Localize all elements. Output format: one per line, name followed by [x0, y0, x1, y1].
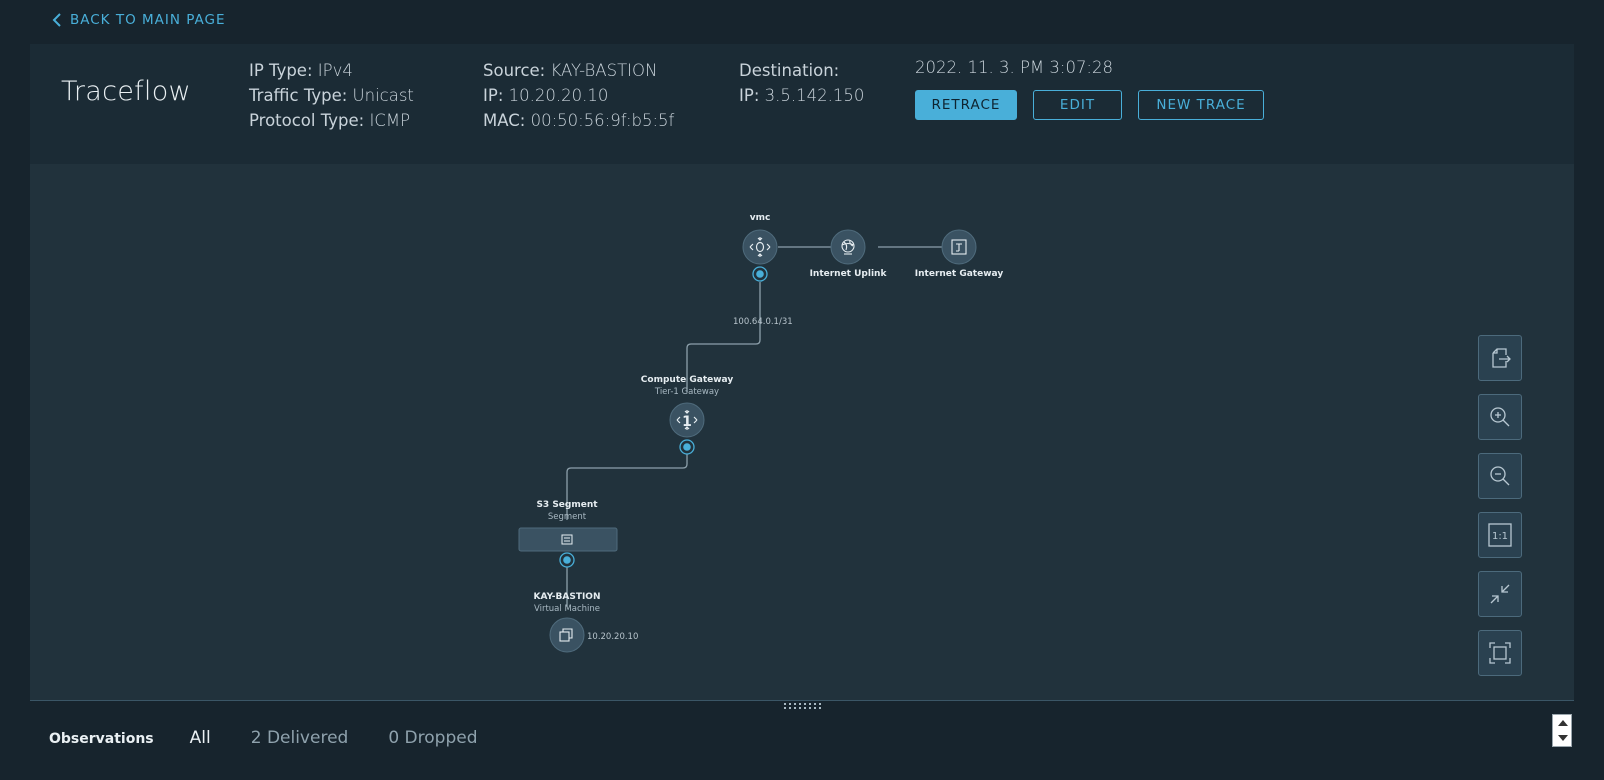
observations-scrollbar[interactable] — [1552, 714, 1572, 747]
node-kay-bastion[interactable]: KAY-BASTION Virtual Machine 10.20.20.10 — [534, 592, 639, 653]
compute-gateway-label: Compute Gateway — [641, 375, 734, 385]
s3-segment-sublabel: Segment — [548, 512, 587, 522]
source-mac-value: 00:50:56:9f:b5:5f — [530, 111, 675, 130]
svg-text:1:1: 1:1 — [1492, 531, 1508, 542]
topology-edges — [566, 246, 960, 607]
source-ip-value: 10.20.20.10 — [508, 86, 609, 105]
collapse-button[interactable] — [1478, 571, 1522, 617]
kay-bastion-ip: 10.20.20.10 — [587, 632, 638, 642]
zoom-out-button[interactable] — [1478, 453, 1522, 499]
fit-to-screen-button[interactable] — [1478, 630, 1522, 676]
trace-timestamp: 2022. 11. 3. PM 3:07:28 — [915, 58, 1113, 77]
ip-type-value: IPv4 — [317, 61, 353, 80]
node-compute-gateway[interactable]: Compute Gateway Tier-1 Gateway 1 — [641, 375, 734, 455]
zoom-in-button[interactable] — [1478, 394, 1522, 440]
zoom-out-icon — [1490, 466, 1510, 486]
topology-diagram[interactable]: vmc Internet Uplink Internet Gateway 100… — [30, 164, 1574, 700]
kay-bastion-label: KAY-BASTION — [534, 592, 601, 602]
scroll-down-icon[interactable] — [1558, 735, 1568, 741]
export-button[interactable] — [1478, 335, 1522, 381]
node-internet-gateway[interactable]: Internet Gateway — [915, 229, 1004, 279]
tab-delivered[interactable]: 2 Delivered — [251, 728, 349, 748]
compute-gateway-sublabel: Tier-1 Gateway — [654, 387, 719, 397]
chevron-left-icon — [52, 13, 61, 27]
retrace-button[interactable]: RETRACE — [915, 90, 1017, 120]
node-s3-segment[interactable]: S3 Segment Segment — [518, 500, 618, 568]
scroll-up-icon[interactable] — [1558, 720, 1568, 726]
edit-button[interactable]: EDIT — [1033, 90, 1122, 120]
observations-bar: Observations All 2 Delivered 0 Dropped — [49, 728, 518, 748]
back-to-main-page-link[interactable]: BACK TO MAIN PAGE — [52, 12, 226, 28]
protocol-type-value: ICMP — [369, 111, 411, 130]
new-trace-button[interactable]: NEW TRACE — [1138, 90, 1264, 120]
internet-uplink-label: Internet Uplink — [810, 269, 888, 279]
topology-canvas[interactable]: vmc Internet Uplink Internet Gateway 100… — [30, 164, 1574, 701]
trace-type-info: IP Type: IPv4 Traffic Type: Unicast Prot… — [249, 61, 414, 130]
actual-size-icon: 1:1 — [1488, 523, 1512, 547]
source-info: Source: KAY-BASTION IP: 10.20.20.10 MAC:… — [483, 61, 675, 130]
observations-title: Observations — [49, 731, 154, 747]
internet-gateway-label: Internet Gateway — [915, 269, 1004, 279]
fit-to-screen-icon — [1489, 642, 1511, 664]
zoom-in-icon — [1490, 407, 1510, 427]
vmc-label: vmc — [750, 213, 771, 223]
s3-segment-label: S3 Segment — [536, 500, 598, 510]
tab-all[interactable]: All — [190, 728, 211, 748]
page-title: Traceflow — [61, 76, 191, 107]
node-vmc[interactable]: vmc — [742, 213, 778, 282]
node-internet-uplink[interactable]: Internet Uplink — [810, 229, 888, 279]
traffic-type-value: Unicast — [352, 86, 414, 105]
destination-info: Destination: IP: 3.5.142.150 — [739, 61, 865, 105]
destination-ip-value: 3.5.142.150 — [764, 86, 865, 105]
kay-bastion-sublabel: Virtual Machine — [534, 604, 600, 614]
tab-dropped[interactable]: 0 Dropped — [388, 728, 477, 748]
collapse-icon — [1490, 584, 1510, 604]
panel-resize-handle[interactable] — [784, 703, 824, 711]
traceflow-header: Traceflow IP Type: IPv4 Traffic Type: Un… — [30, 44, 1574, 164]
actual-size-button[interactable]: 1:1 — [1478, 512, 1522, 558]
export-icon — [1492, 348, 1511, 368]
source-value: KAY-BASTION — [550, 61, 658, 80]
back-link-label: BACK TO MAIN PAGE — [70, 12, 226, 28]
edge-label-vmc-compute: 100.64.0.1/31 — [733, 317, 793, 327]
